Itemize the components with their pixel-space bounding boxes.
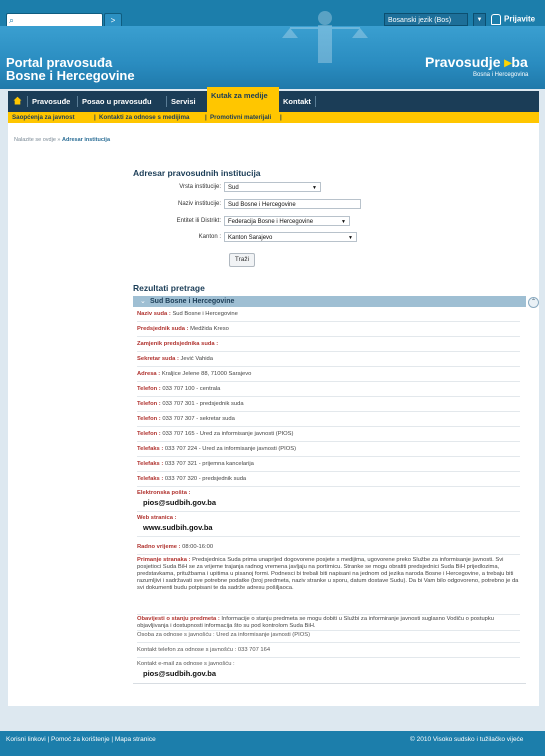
search-icon: ⌕	[9, 15, 15, 25]
subnav-item-saopcenja[interactable]: Saopćenja za javnost	[12, 112, 75, 123]
row-divider	[137, 441, 520, 442]
row-divider	[137, 471, 520, 472]
collapse-icon[interactable]: ⌃	[528, 297, 539, 308]
result-row: Osoba za odnose s javnošću : Ured za inf…	[137, 632, 311, 638]
result-row: Telefon : 033 707 165 - Ured za informis…	[137, 431, 294, 437]
footer-copyright: © 2010 Visoko sudsko i tužilačko vijeće	[410, 736, 524, 743]
row-divider	[137, 630, 520, 631]
result-row: Telefon : 033 707 100 - centrala	[137, 386, 221, 392]
web-link[interactable]: www.sudbih.gov.ba	[143, 523, 213, 532]
search-button[interactable]: Traži	[229, 253, 255, 267]
result-header-title: Sud Bosne i Hercegovine	[150, 298, 235, 305]
subnav-divider: |	[205, 114, 207, 121]
nav-item-posao[interactable]: Posao u pravosuđu	[82, 91, 152, 112]
row-divider	[137, 614, 520, 615]
footer	[0, 731, 545, 756]
web-label: Web stranica :	[137, 515, 177, 521]
logo-subtitle: Bosna i Hercegovina	[473, 72, 529, 78]
nav-item-kontakt[interactable]: Kontakt	[283, 91, 311, 112]
result-row: Predsjednik suda : Medžida Kreso	[137, 326, 229, 332]
row-divider	[137, 411, 520, 412]
results-title: Rezultati pretrage	[133, 283, 205, 293]
row-divider	[137, 351, 520, 352]
nav-divider	[77, 96, 78, 107]
email-link[interactable]: pios@sudbih.gov.ba	[143, 498, 216, 507]
vrsta-label: Vrsta institucije:	[179, 184, 221, 190]
row-divider	[137, 396, 520, 397]
result-row: Telefon : 033 707 307 - sekretar suda	[137, 416, 235, 422]
home-icon[interactable]	[13, 91, 22, 112]
site-logo[interactable]: Pravosudje ▸ba	[425, 54, 528, 71]
form-title: Adresar pravosudnih institucija	[133, 168, 261, 178]
row-divider	[137, 486, 520, 487]
entitet-label: Entitet ili Distrikt:	[176, 218, 221, 224]
entitet-select[interactable]: Federacija Bosne i Hercegovine ▼	[224, 216, 350, 226]
nav-divider	[27, 96, 28, 107]
chevron-down-icon: ▼	[312, 185, 317, 191]
result-row: Kontakt e-mail za odnose s javnošću :	[137, 661, 235, 667]
row-divider	[137, 426, 520, 427]
user-icon	[491, 14, 501, 25]
portal-subtitle: Bosne i Hercegovine	[6, 68, 135, 83]
result-row: Radno vrijeme : 08:00-16:00	[137, 544, 214, 550]
breadcrumb: Nalazite se ovdje » Adresar institucija	[14, 137, 111, 143]
chevron-down-icon[interactable]: ⌄	[140, 297, 146, 305]
row-divider	[137, 657, 520, 658]
subnav-divider: |	[94, 114, 96, 121]
result-row: Sekretar suda : Jević Vahida	[137, 356, 213, 362]
row-divider	[137, 554, 520, 555]
nav-item-kutak-za-medije[interactable]: Kutak za medije	[207, 87, 279, 112]
primanje-stranaka-text: Primanje stranaka : Predsjednica Suda pr…	[137, 557, 519, 591]
email-label: Elektronska pošta :	[137, 490, 191, 496]
naziv-label: Naziv institucije:	[177, 201, 221, 207]
row-divider	[137, 536, 520, 537]
result-row: Telefaks : 033 707 224 - Ured za informi…	[137, 446, 297, 452]
naziv-input[interactable]: Sud Bosne i Hercegovine	[224, 199, 361, 209]
result-row: Zamjenik predsjednika suda :	[137, 341, 219, 347]
justice-statue-image	[282, 11, 368, 63]
chevron-down-icon: ▼	[348, 235, 353, 241]
result-row: Telefon : 033 707 301 - predsjednik suda	[137, 401, 244, 407]
kanton-select[interactable]: Kanton Sarajevo ▼	[224, 232, 357, 242]
obavijesti-text: Obavijesti o stanju predmeta : Informaci…	[137, 616, 495, 629]
nav-divider	[166, 96, 167, 107]
result-row: Telefaks : 033 707 320 - predsjednik sud…	[137, 476, 247, 482]
results-footer	[133, 683, 526, 696]
row-divider	[137, 366, 520, 367]
row-divider	[137, 381, 520, 382]
subnav-item-kontakti[interactable]: Kontakti za odnose s medijima	[99, 112, 189, 123]
row-divider	[137, 511, 520, 512]
subnav-item-promotivni[interactable]: Promotivni materijali	[210, 112, 271, 123]
chevron-down-icon: ▼	[341, 219, 346, 225]
result-row: Naziv suda : Sud Bosne i Hercegovine	[137, 311, 238, 317]
result-row: Adresa : Kraljice Jelene 88, 71000 Saraj…	[137, 371, 252, 377]
row-divider	[137, 642, 520, 643]
row-divider	[137, 321, 520, 322]
vrsta-select[interactable]: Sud ▼	[224, 182, 321, 192]
nav-divider	[315, 96, 316, 107]
nav-item-pravosudje[interactable]: Pravosuđe	[32, 91, 70, 112]
sub-nav: Saopćenja za javnost | Kontakti za odnos…	[8, 112, 539, 123]
row-divider	[137, 336, 520, 337]
nav-item-servisi[interactable]: Servisi	[171, 91, 196, 112]
row-divider	[137, 456, 520, 457]
language-select[interactable]: Bosanski jezik (Bos)	[384, 13, 468, 26]
footer-links[interactable]: Korisni linkovi | Pomoć za korištenje | …	[6, 736, 156, 743]
result-row: Telefaks : 033 707 321 - prijemna kancel…	[137, 461, 254, 467]
result-row: Kontakt telefon za odnose s javnošću : 0…	[137, 647, 271, 653]
subnav-divider: |	[280, 114, 282, 121]
main-nav: Pravosuđe Posao u pravosuđu Servisi Kuta…	[8, 87, 539, 112]
kontakt-email-link[interactable]: pios@sudbih.gov.ba	[143, 669, 216, 678]
kanton-label: Kanton :	[198, 234, 221, 240]
